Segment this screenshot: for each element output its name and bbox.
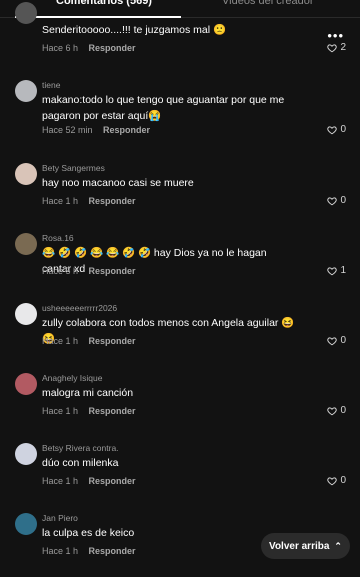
comment-item: Anaghely Isique malogra mi canción Hace … — [0, 373, 360, 437]
comment-meta: Hace 1 h Responder — [42, 195, 136, 207]
like-button[interactable]: 0 — [327, 405, 346, 417]
comment-username[interactable]: usheeeeeerrrrr2026 — [42, 303, 117, 314]
avatar[interactable] — [15, 443, 37, 465]
like-button[interactable]: 0 — [327, 475, 346, 487]
comment-username[interactable]: Jan Piero — [42, 513, 78, 524]
back-to-top-label: Volver arriba — [269, 541, 330, 552]
comment-username[interactable]: Betsy Rivera contra. — [42, 443, 119, 454]
reply-button[interactable]: Responder — [89, 406, 136, 416]
comment-time: Hace 5 h — [42, 266, 79, 276]
comment-meta: Hace 5 h Responder — [42, 265, 136, 277]
like-button[interactable]: 0 — [327, 124, 346, 136]
heart-outline-icon — [327, 477, 338, 486]
comment-text: makano:todo lo que tengo que aguantar po… — [42, 94, 285, 122]
comment-time: Hace 1 h — [42, 196, 79, 206]
heart-outline-icon — [327, 267, 338, 276]
comment-meta: Hace 1 h Responder — [42, 335, 136, 347]
reply-button[interactable]: Responder — [89, 196, 136, 206]
avatar[interactable] — [15, 2, 37, 24]
like-count: 2 — [340, 42, 346, 53]
avatar[interactable] — [15, 513, 37, 535]
comment-username[interactable]: Bety Sangermes — [42, 163, 105, 174]
like-button[interactable]: 1 — [327, 265, 346, 277]
like-button[interactable]: 2 — [327, 42, 346, 54]
comment-username[interactable]: Anaghely Isique — [42, 373, 103, 384]
comment-time: Hace 1 h — [42, 406, 79, 416]
comment-meta: Hace 1 h Responder — [42, 475, 136, 487]
tab-comments[interactable]: Comentarios (569) — [56, 0, 152, 8]
comment-item: usheeeeeerrrrr2026 zully colabora con to… — [0, 303, 360, 367]
reply-button[interactable]: Responder — [103, 125, 150, 135]
comment-meta: Hace 1 h Responder — [42, 405, 136, 417]
heart-outline-icon — [327, 126, 338, 135]
like-count: 0 — [340, 195, 346, 206]
like-count: 0 — [340, 475, 346, 486]
comment-text: la culpa es de keico — [42, 527, 135, 539]
tab-creator-videos[interactable]: Videos del creador — [222, 0, 314, 8]
avatar[interactable] — [15, 303, 37, 325]
comment-username[interactable]: Rosa.16 — [42, 233, 74, 244]
heart-outline-icon — [327, 407, 338, 416]
comment-item: Bety Sangermes hay noo macanoo casi se m… — [0, 163, 360, 227]
comment-meta: Hace 6 h Responder — [42, 42, 136, 54]
avatar[interactable] — [15, 233, 37, 255]
like-count: 0 — [340, 124, 346, 135]
heart-outline-icon — [327, 44, 338, 53]
comment-text: malogra mi canción — [42, 387, 134, 399]
comment-time: Hace 52 min — [42, 125, 93, 135]
reply-button[interactable]: Responder — [89, 336, 136, 346]
back-to-top-button[interactable]: Volver arriba ⌃ — [261, 533, 350, 559]
comment-text: hay noo macanoo casi se muere — [42, 177, 194, 189]
reply-button[interactable]: Responder — [89, 43, 136, 53]
comment-text: dúo con milenka — [42, 457, 119, 469]
comment-item: tiene makano:todo lo que tengo que aguan… — [0, 80, 360, 144]
reply-button[interactable]: Responder — [89, 476, 136, 486]
more-options-icon[interactable]: ••• — [327, 29, 344, 42]
comment-meta: Hace 1 h Responder — [42, 545, 136, 557]
chevron-up-double-icon: ⌃ — [334, 541, 342, 551]
comment-item: Betsy Rivera contra. dúo con milenka Hac… — [0, 443, 360, 507]
comment-item: Senderitooooo....!!! te juzgamos mal 🙁 H… — [0, 2, 360, 76]
comment-time: Hace 6 h — [42, 43, 79, 53]
reply-button[interactable]: Responder — [89, 546, 136, 556]
heart-outline-icon — [327, 337, 338, 346]
comment-meta: Hace 52 min Responder — [42, 124, 150, 136]
avatar[interactable] — [15, 373, 37, 395]
comment-username[interactable]: tiene — [42, 80, 60, 91]
comment-text: Senderitooooo....!!! te juzgamos mal 🙁 — [42, 24, 227, 36]
like-button[interactable]: 0 — [327, 335, 346, 347]
avatar[interactable] — [15, 163, 37, 185]
avatar[interactable] — [15, 80, 37, 102]
heart-outline-icon — [327, 197, 338, 206]
like-count: 0 — [340, 405, 346, 416]
comment-time: Hace 1 h — [42, 546, 79, 556]
like-button[interactable]: 0 — [327, 195, 346, 207]
like-count: 0 — [340, 335, 346, 346]
like-count: 1 — [340, 265, 346, 276]
reply-button[interactable]: Responder — [89, 266, 136, 276]
comment-item: Rosa.16 😂 🤣 🤣 😂 😂 🤣 🤣 hay Dios ya no le … — [0, 233, 360, 297]
comment-time: Hace 1 h — [42, 476, 79, 486]
comment-time: Hace 1 h — [42, 336, 79, 346]
